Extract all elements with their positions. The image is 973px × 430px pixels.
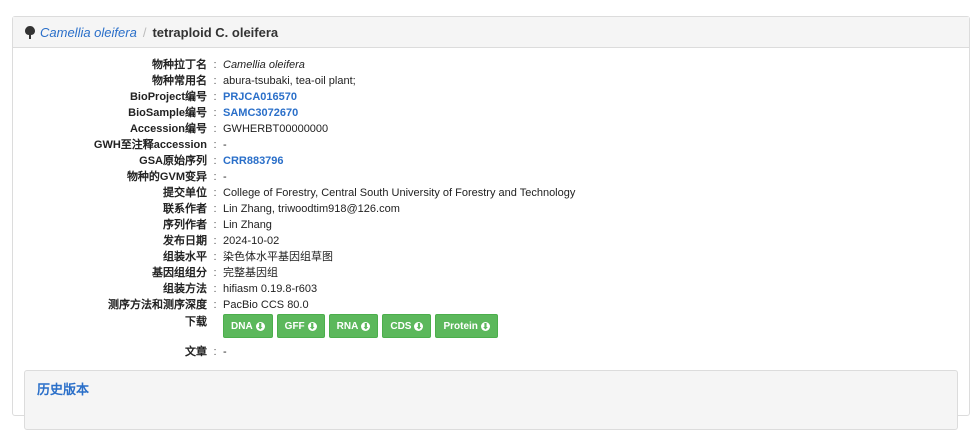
field-row-gvm: 物种的GVM变异 : - [13,169,969,185]
field-value: Lin Zhang [223,219,272,231]
field-row-article: 文章 : - [13,344,969,360]
field-value: - [223,139,227,151]
field-colon: : [213,203,217,215]
field-label: 测序方法和测序深度 [108,299,207,311]
download-gff-button[interactable]: GFF ⬇ [276,314,325,338]
download-protein-button[interactable]: Protein ⬇ [435,314,498,338]
download-circle-icon: ⬇ [414,321,424,331]
field-row-gwh-annotation: GWH至注释accession : - [13,137,969,153]
download-circle-icon: ⬇ [361,321,371,331]
field-colon: : [213,219,217,231]
bioproject-link[interactable]: PRJCA016570 [223,91,297,103]
field-value: Lin Zhang, triwoodtim918@126.com [223,203,400,215]
field-value: 染色体水平基因组草图 [223,251,333,263]
field-value: GWHERBT00000000 [223,123,329,135]
field-colon: : [213,59,217,71]
field-label: 序列作者 [163,219,207,231]
field-label: 联系作者 [163,203,207,215]
genome-panel: Camellia oleifera / tetraploid C. oleife… [12,16,970,430]
field-label: 提交单位 [163,187,207,199]
download-rna-button[interactable]: RNA ⬇ [328,314,379,338]
field-colon: : [213,187,217,199]
field-colon: : [213,91,217,103]
field-colon: : [213,107,217,119]
download-cds-button[interactable]: CDS ⬇ [382,314,432,338]
field-colon: : [213,251,217,263]
field-colon: : [213,299,217,311]
field-row-release-date: 发布日期 : 2024-10-02 [13,233,969,249]
field-label: 组装方法 [163,283,207,295]
field-label: 物种的GVM变异 [126,171,207,183]
download-buttons: DNA ⬇ GFF ⬇ RNA ⬇ CDS ⬇ Protein ⬇ [223,314,498,338]
field-value: hifiasm 0.19.8-r603 [223,283,318,295]
field-row-assembly-level: 组装水平 : 染色体水平基因组草图 [13,249,969,265]
tree-icon [25,25,35,39]
field-label: 组装水平 [163,251,207,263]
field-row-biosample: BioSample编号 : SAMC3072670 [13,105,969,121]
field-value: 完整基因组 [223,267,278,279]
field-label: Accession编号 [129,123,207,135]
field-row-genome-component: 基因组组分 : 完整基因组 [13,265,969,281]
field-label: 物种常用名 [152,75,207,87]
download-circle-icon: ⬇ [307,321,317,331]
history-title[interactable]: 历史版本 [37,379,89,398]
field-value: abura-tsubaki, tea-oil plant; [223,75,356,87]
breadcrumb-species-link[interactable]: Camellia oleifera [40,25,137,40]
field-row-seq-author: 序列作者 : Lin Zhang [13,217,969,233]
field-colon: : [213,123,217,135]
download-dna-button[interactable]: DNA ⬇ [223,314,273,338]
field-row-latin-name: 物种拉丁名 : Camellia oleifera [13,57,969,73]
field-value: 2024-10-02 [223,235,280,247]
field-label: 基因组组分 [152,267,207,279]
field-row-accession: Accession编号 : GWHERBT00000000 [13,121,969,137]
genome-info-list: 物种拉丁名 : Camellia oleifera 物种常用名 : abura-… [13,57,969,360]
field-colon: : [213,267,217,279]
field-row-gsa: GSA原始序列 : CRR883796 [13,153,969,169]
field-value: College of Forestry, Central South Unive… [223,187,576,199]
field-row-sequencing: 测序方法和测序深度 : PacBio CCS 80.0 [13,297,969,313]
field-row-common-name: 物种常用名 : abura-tsubaki, tea-oil plant; [13,73,969,89]
breadcrumb-separator: / [142,24,147,40]
field-colon: : [213,155,217,167]
field-value: PacBio CCS 80.0 [223,299,309,311]
field-colon: : [213,75,217,87]
field-row-contact: 联系作者 : Lin Zhang, triwoodtim918@126.com [13,201,969,217]
field-value: - [223,346,227,358]
biosample-link[interactable]: SAMC3072670 [223,107,298,119]
field-value: Camellia oleifera [223,59,305,71]
field-row-bioproject: BioProject编号 : PRJCA016570 [13,89,969,105]
gsa-link[interactable]: CRR883796 [223,155,284,167]
field-colon: : [213,283,217,295]
download-circle-icon: ⬇ [255,321,265,331]
field-label: 下载 [185,316,207,328]
field-row-submitter: 提交单位 : College of Forestry, Central Sout… [13,185,969,201]
field-row-assembly-method: 组装方法 : hifiasm 0.19.8-r603 [13,281,969,297]
field-label: 文章 [185,346,207,358]
breadcrumb: Camellia oleifera / tetraploid C. oleife… [13,17,969,48]
field-label: GWH至注释accession [93,139,207,151]
field-colon: : [213,171,217,183]
breadcrumb-current: tetraploid C. oleifera [152,24,279,40]
download-circle-icon: ⬇ [480,321,490,331]
field-label: GSA原始序列 [139,155,207,167]
history-panel: 历史版本 [24,370,958,430]
field-label: BioProject编号 [129,91,207,103]
field-value: - [223,171,227,183]
field-label: 物种拉丁名 [152,59,207,71]
field-colon: : [213,235,217,247]
field-colon: : [213,346,217,358]
field-colon: : [213,139,217,151]
field-label: 发布日期 [163,235,207,247]
field-label: BioSample编号 [128,107,207,119]
field-row-download: 下载 DNA ⬇ GFF ⬇ RNA ⬇ CDS ⬇ Protein ⬇ [13,313,969,344]
